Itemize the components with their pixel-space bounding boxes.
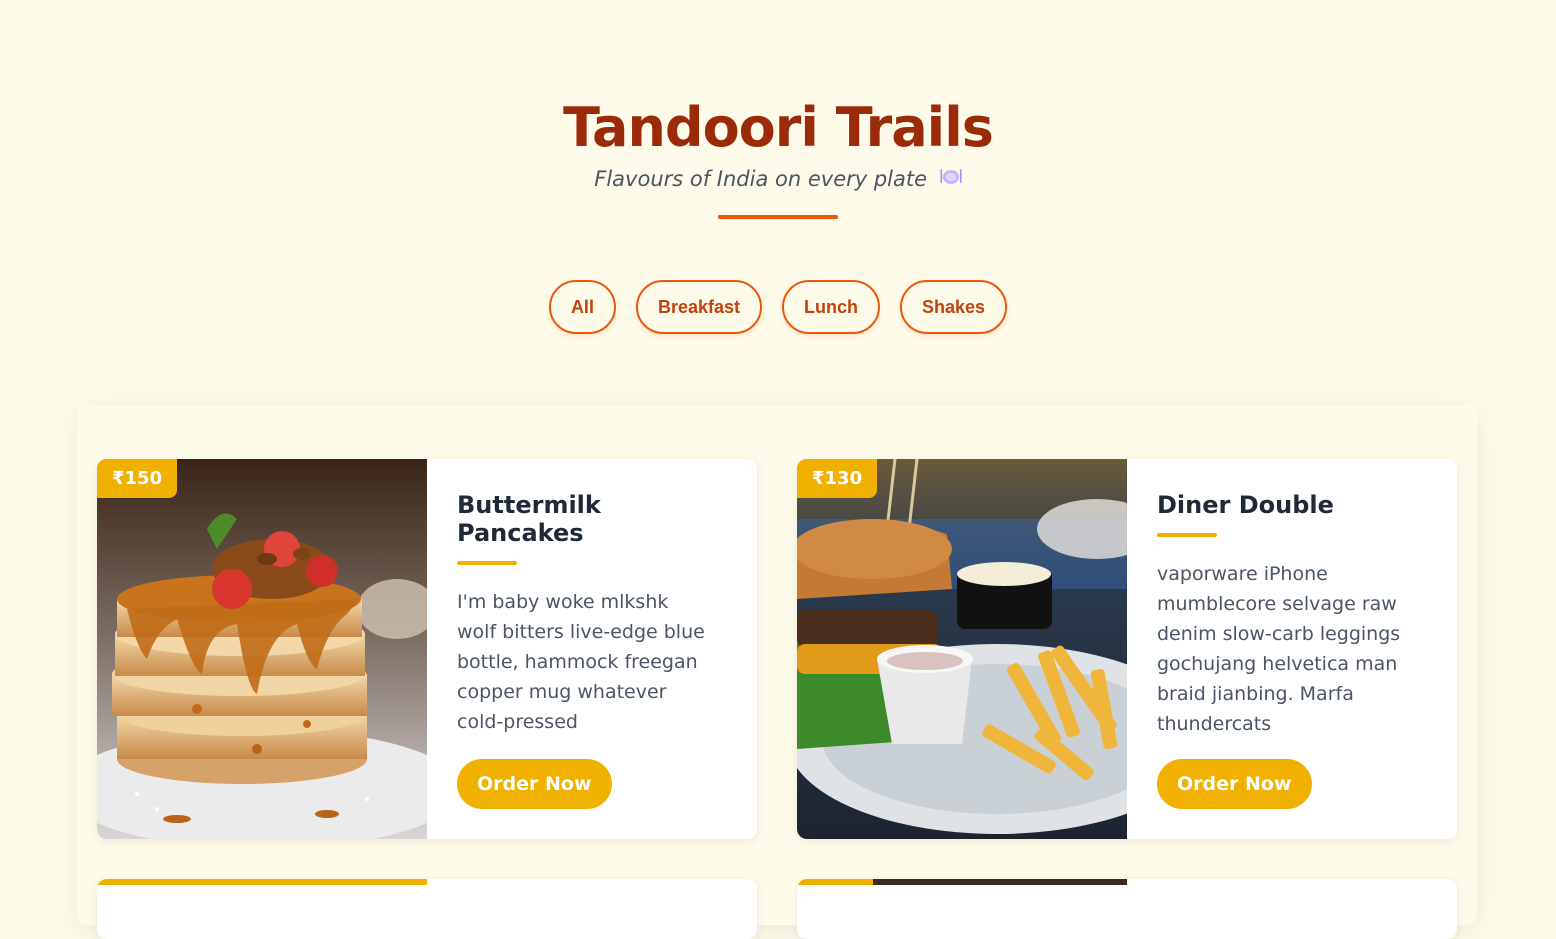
menu-item-title: Buttermilk Pancakes	[457, 491, 601, 547]
order-now-button[interactable]: Order Now	[457, 759, 612, 809]
menu-item-card	[797, 879, 1457, 939]
menu-item-title: Diner Double	[1157, 491, 1334, 519]
filter-lunch-button[interactable]: Lunch	[782, 280, 880, 334]
filter-breakfast-button[interactable]: Breakfast	[635, 280, 762, 334]
price-badge: ₹130	[797, 459, 878, 498]
menu-item-card	[97, 879, 757, 939]
menu-item-description: vaporware iPhone mumblecore selvage raw …	[1157, 563, 1401, 735]
page-header: Tandoori Trails Flavours of India on eve…	[0, 0, 1556, 219]
title-underline	[1157, 533, 1217, 537]
menu-item-photo	[873, 879, 1127, 885]
pancakes-photo: ₹150	[97, 459, 427, 839]
filter-all-button[interactable]: All	[548, 280, 616, 334]
category-filters: All Breakfast Lunch Shakes	[0, 280, 1556, 334]
menu-item-card: ₹150 Buttermilk Pancakes I'm baby woke m…	[97, 459, 757, 839]
page-subtitle: Flavours of India on every plate	[0, 166, 1556, 191]
plate-icon	[940, 166, 962, 191]
title-underline	[457, 561, 517, 565]
menu-item-description: I'm baby woke mlkshk wolf bitters live-e…	[457, 591, 705, 733]
price-badge	[97, 879, 427, 885]
menu-item-card: ₹130 Diner Double vaporware iPhone mumbl…	[797, 459, 1457, 839]
menu-panel: ₹150 Buttermilk Pancakes I'm baby woke m…	[77, 405, 1477, 939]
burger-photo: ₹130	[797, 459, 1127, 839]
filter-shakes-button[interactable]: Shakes	[900, 280, 1008, 334]
menu-item-info: Diner Double vaporware iPhone mumblecore…	[1127, 459, 1457, 839]
menu-item-info: Buttermilk Pancakes I'm baby woke mlkshk…	[427, 459, 757, 839]
price-badge: ₹150	[97, 459, 178, 498]
page-title: Tandoori Trails	[563, 96, 994, 159]
order-now-button[interactable]: Order Now	[1157, 759, 1312, 809]
price-badge	[797, 879, 873, 885]
subtitle-text: Flavours of India on every plate	[594, 167, 928, 191]
title-divider	[718, 215, 838, 219]
